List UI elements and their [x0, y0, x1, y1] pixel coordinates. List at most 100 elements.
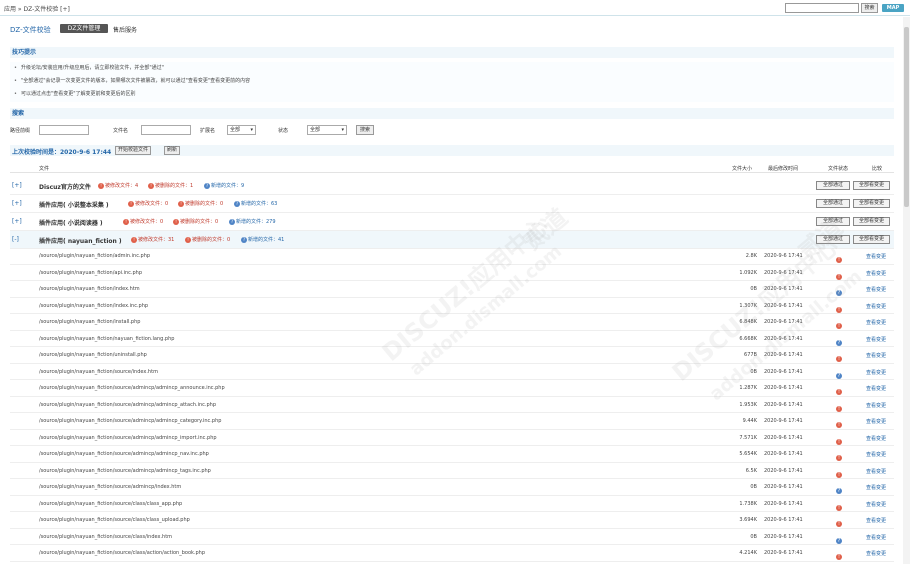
file-size: 0B: [750, 286, 757, 292]
filename-input[interactable]: [141, 125, 191, 135]
scrollbar-thumb[interactable]: [904, 27, 909, 207]
search-button[interactable]: 搜索: [356, 125, 374, 135]
breadcrumb[interactable]: 应用 » DZ-文件校验 [+]: [4, 4, 70, 13]
file-row: /source/plugin/nayuan_fiction/source/adm…: [10, 413, 894, 430]
info-icon: ?: [836, 372, 842, 379]
tips-list: 升级论坛/安装应用/升级应用后，请立即校验文件，并全部"通过" "全部通过"会记…: [10, 62, 894, 102]
info-icon: ?: [234, 200, 240, 207]
file-mtime: 2020-9-6 17:41: [764, 467, 803, 474]
file-row: /source/plugin/nayuan_fiction/source/cla…: [10, 529, 894, 545]
view-change-link[interactable]: 查看变更: [866, 402, 886, 409]
group-toggle[interactable]: [-]: [12, 236, 19, 243]
file-size: 1.287K: [739, 385, 757, 391]
group-row: [+] 插件应用( 小说整本采集 )! 被修改文件：0! 被删除的文件：0? 新增的文件…: [10, 195, 894, 213]
file-size: 5.654K: [739, 451, 757, 457]
file-row: /source/plugin/nayuan_fiction/index.htm 0…: [10, 281, 894, 298]
file-mtime: 2020-9-6 17:41: [764, 418, 803, 424]
status-select[interactable]: 全部: [307, 125, 347, 135]
view-change-link[interactable]: 查看变更: [866, 418, 886, 425]
group-toggle[interactable]: [+]: [12, 218, 22, 225]
view-change-link[interactable]: 查看变更: [866, 468, 886, 475]
file-size: 4.214K: [739, 550, 757, 556]
info-icon: ?: [204, 182, 210, 189]
file-path: /source/plugin/nayuan_fiction/admin.inc.…: [39, 253, 151, 259]
pass-all-button[interactable]: 全部通过: [816, 181, 850, 190]
view-change-link[interactable]: 查看变更: [866, 451, 886, 458]
file-row: /source/plugin/nayuan_fiction/index.inc.…: [10, 298, 894, 314]
pass-all-button[interactable]: 全部通过: [816, 217, 850, 226]
tab-file-manage[interactable]: DZ文件管理: [60, 24, 108, 33]
file-size: 7.571K: [739, 434, 757, 441]
file-size: 0B: [750, 533, 757, 540]
file-row: /source/plugin/nayuan_fiction/source/adm…: [10, 397, 894, 413]
file-path: /source/plugin/nayuan_fiction/index.inc.…: [39, 302, 149, 309]
view-change-link[interactable]: 查看变更: [866, 319, 886, 326]
view-all-changes-button[interactable]: 全部看变更: [853, 199, 890, 208]
file-path: /source/plugin/nayuan_fiction/install.ph…: [39, 319, 141, 325]
top-bar: 应用 » DZ-文件校验 [+] 搜索 MAP: [0, 0, 910, 16]
file-size: 1.738K: [739, 500, 757, 507]
view-change-link[interactable]: 查看变更: [866, 352, 886, 359]
file-mtime: 2020-9-6 17:41: [764, 385, 803, 391]
view-change-link[interactable]: 查看变更: [866, 534, 886, 541]
path-prefix-label: 路径前缀: [10, 128, 31, 134]
added-count-text: 新增的文件：279: [236, 219, 276, 225]
col-status: 文件状态: [828, 166, 849, 172]
ext-select[interactable]: 全部: [227, 125, 256, 135]
file-row: /source/plugin/nayuan_fiction/source/adm…: [10, 463, 894, 479]
view-change-link[interactable]: 查看变更: [866, 286, 886, 293]
modified-count: ! 被修改文件：4: [98, 182, 138, 189]
view-all-changes-button[interactable]: 全部看变更: [853, 235, 890, 244]
pass-all-button[interactable]: 全部通过: [816, 199, 850, 208]
page-scrollbar[interactable]: [903, 17, 910, 564]
start-check-button[interactable]: 开始校验文件: [115, 146, 152, 155]
tab-after-sales[interactable]: 售后服务: [113, 25, 137, 34]
deleted-count: ! 被删除的文件：0: [173, 218, 218, 225]
file-row: /source/plugin/nayuan_fiction/admin.inc.…: [10, 248, 894, 265]
file-size: 1.307K: [739, 302, 757, 309]
view-change-link[interactable]: 查看变更: [866, 435, 886, 442]
warning-icon: !: [836, 405, 842, 412]
path-prefix-input[interactable]: [39, 125, 89, 135]
deleted-count-text: 被删除的文件：0: [180, 219, 219, 225]
warning-icon: !: [178, 200, 184, 207]
view-all-changes-button[interactable]: 全部看变更: [853, 181, 890, 190]
file-row: /source/plugin/nayuan_fiction/source/adm…: [10, 380, 894, 397]
status-label: 状态: [278, 128, 289, 134]
group-name: 插件应用( 小说阅读器 ): [39, 220, 103, 227]
map-button[interactable]: MAP: [882, 4, 904, 12]
deleted-count-text: 被删除的文件：0: [192, 237, 231, 243]
file-row: /source/plugin/nayuan_fiction/source/adm…: [10, 446, 894, 463]
view-change-link[interactable]: 查看变更: [866, 270, 886, 277]
refresh-button[interactable]: 刷新: [164, 146, 181, 155]
file-size: 0B: [750, 368, 757, 375]
file-size: 0B: [750, 484, 757, 490]
view-change-link[interactable]: 查看变更: [866, 385, 886, 392]
view-change-link[interactable]: 查看变更: [866, 501, 886, 508]
view-change-link[interactable]: 查看变更: [866, 303, 886, 310]
file-row: /source/plugin/nayuan_fiction/uninstall.…: [10, 347, 894, 364]
view-change-link[interactable]: 查看变更: [866, 253, 886, 260]
view-change-link[interactable]: 查看变更: [866, 336, 886, 343]
file-size: 6.668K: [739, 335, 757, 342]
view-change-link[interactable]: 查看变更: [866, 517, 886, 524]
added-count: ? 新增的文件：63: [234, 200, 277, 207]
top-search-button[interactable]: 搜索: [861, 3, 878, 13]
file-path: /source/plugin/nayuan_fiction/source/adm…: [39, 484, 182, 490]
warning-icon: !: [836, 323, 842, 329]
view-change-link[interactable]: 查看变更: [866, 484, 886, 491]
pass-all-button[interactable]: 全部通过: [816, 235, 850, 244]
info-icon: ?: [836, 488, 842, 494]
view-change-link[interactable]: 查看变更: [866, 550, 886, 557]
file-path: /source/plugin/nayuan_fiction/source/adm…: [39, 418, 222, 424]
top-search-input[interactable]: [785, 3, 859, 13]
file-size: 3.694K: [739, 517, 757, 523]
view-change-link[interactable]: 查看变更: [866, 369, 886, 376]
file-size: 677B: [744, 352, 757, 358]
page-title: DZ-文件校验: [10, 26, 51, 34]
info-icon: ?: [836, 537, 842, 544]
view-all-changes-button[interactable]: 全部看变更: [853, 217, 890, 226]
file-path: /source/plugin/nayuan_fiction/index.htm: [39, 286, 140, 292]
group-toggle[interactable]: [+]: [12, 182, 22, 189]
group-toggle[interactable]: [+]: [12, 200, 22, 207]
